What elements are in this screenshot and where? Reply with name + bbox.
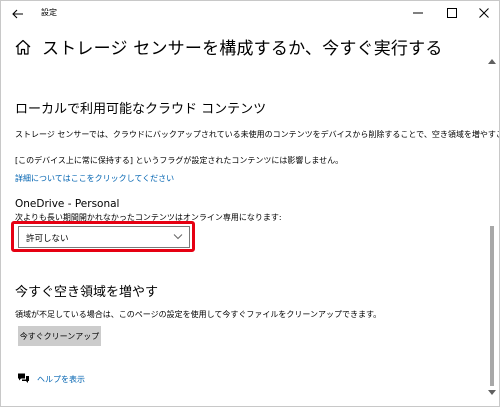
maximize-button[interactable] (435, 1, 469, 25)
close-button[interactable] (467, 1, 499, 25)
page-title: ストレージ センサーを構成するか、今すぐ実行する (42, 39, 443, 59)
back-button[interactable] (5, 3, 31, 25)
onedrive-heading: OneDrive - Personal (15, 198, 120, 210)
free-space-description: 領域が不足している場合は、このページの設定を使用して今すぐファイルをクリーンアッ… (15, 310, 382, 319)
home-icon[interactable] (14, 38, 32, 56)
close-icon (479, 8, 489, 18)
scroll-thumb[interactable] (490, 226, 494, 386)
settings-window: 設定 ストレージ センサーを構成するか、今すぐ実行する ローカルで利用可能なクラ… (0, 0, 500, 407)
get-help-link[interactable]: ヘルプを表示 (37, 374, 85, 385)
help-chat-icon (18, 373, 29, 383)
scroll-up-icon[interactable] (488, 58, 496, 64)
maximize-icon (447, 8, 457, 18)
cloud-content-note: [このデバイス上に常に保持する] というフラグが設定されたコンテンツには影響しま… (15, 156, 344, 165)
cloud-content-heading: ローカルで利用可能なクラウド コンテンツ (15, 102, 267, 117)
title-bar: 設定 (1, 1, 499, 27)
clean-now-button[interactable]: 今すぐクリーンアップ (18, 326, 101, 346)
back-arrow-icon (12, 9, 23, 19)
window-title: 設定 (41, 8, 57, 17)
cloud-content-description: ストレージ センサーでは、クラウドにバックアップされている未使用のコンテンツをデ… (15, 130, 499, 139)
minimize-icon (413, 12, 423, 14)
minimize-button[interactable] (401, 1, 435, 25)
scroll-down-icon[interactable] (488, 390, 496, 396)
learn-more-link[interactable]: 詳細についてはここをクリックしてください (15, 173, 174, 184)
annotation-highlight (11, 221, 195, 252)
free-space-heading: 今すぐ空き領域を増やす (15, 285, 159, 300)
